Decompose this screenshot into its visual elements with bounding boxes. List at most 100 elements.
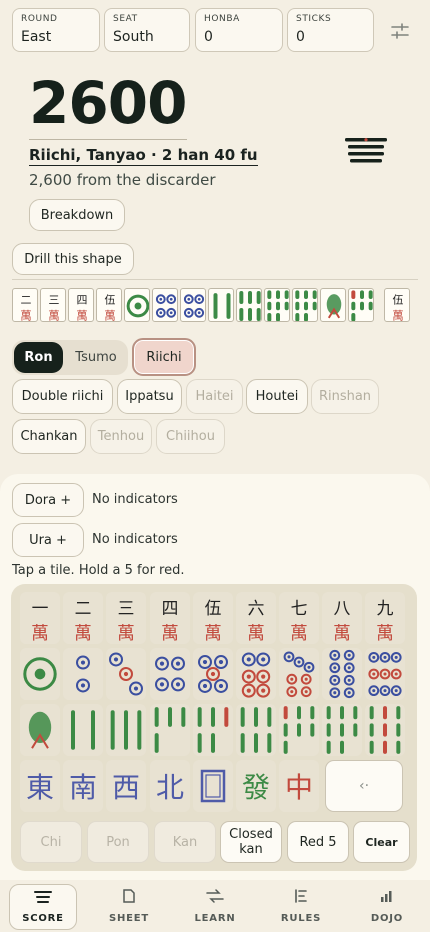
divider bbox=[12, 279, 418, 280]
key-6-pin[interactable] bbox=[236, 648, 276, 700]
svg-text:萬: 萬 bbox=[104, 309, 115, 322]
chi-button[interactable]: Chi bbox=[20, 821, 82, 863]
nav-sheet[interactable]: SHEET bbox=[95, 884, 163, 930]
key-4-man[interactable]: 四萬 bbox=[150, 592, 190, 644]
hand-tile-7-sou[interactable] bbox=[348, 288, 374, 322]
riichi-stick-icon bbox=[344, 136, 388, 168]
nav-score[interactable]: SCORE bbox=[9, 884, 77, 930]
hand-tile-1-pin[interactable] bbox=[124, 288, 150, 322]
option-haitei[interactable]: Haitei bbox=[186, 379, 243, 414]
key-7-pin[interactable] bbox=[279, 648, 319, 700]
key-5-sou[interactable] bbox=[193, 704, 233, 756]
hand-tile-1-sou[interactable] bbox=[320, 288, 346, 322]
key-honor-6[interactable]: 發 bbox=[236, 760, 276, 812]
red-five-button[interactable]: Red 5 bbox=[287, 821, 349, 863]
key-honor-7[interactable]: 中 bbox=[279, 760, 319, 812]
option-ippatsu[interactable]: Ippatsu bbox=[117, 379, 182, 414]
key-4-pin[interactable] bbox=[150, 648, 190, 700]
nav-learn-label: LEARN bbox=[194, 913, 236, 924]
sliders-icon[interactable] bbox=[388, 19, 412, 43]
dora-add-button[interactable]: Dora + bbox=[12, 483, 84, 517]
key-3-man[interactable]: 三萬 bbox=[106, 592, 146, 644]
svg-text:萬: 萬 bbox=[31, 623, 49, 644]
key-7-sou[interactable] bbox=[279, 704, 319, 756]
svg-text:七: 七 bbox=[291, 598, 308, 618]
key-honor-1[interactable]: 東 bbox=[20, 760, 60, 812]
key-2-pin[interactable] bbox=[63, 648, 103, 700]
key-7-man[interactable]: 七萬 bbox=[279, 592, 319, 644]
rules-icon bbox=[293, 888, 309, 908]
hand-tile-4-pin[interactable] bbox=[180, 288, 206, 322]
key-1-sou[interactable] bbox=[20, 704, 60, 756]
key-6-man[interactable]: 六萬 bbox=[236, 592, 276, 644]
hand-tile-5-man[interactable]: 伍萬 bbox=[96, 288, 122, 322]
nav-dojo[interactable]: DOJO bbox=[353, 884, 421, 930]
key-9-sou[interactable] bbox=[365, 704, 405, 756]
key-8-pin[interactable] bbox=[322, 648, 362, 700]
hand-tile-2-man[interactable]: 二萬 bbox=[12, 288, 38, 322]
pon-button[interactable]: Pon bbox=[87, 821, 149, 863]
tile-entry-hint: Tap a tile. Hold a 5 for red. bbox=[12, 563, 185, 578]
svg-text:二: 二 bbox=[21, 293, 32, 306]
nav-learn[interactable]: LEARN bbox=[181, 884, 249, 930]
key-honor-2[interactable]: 南 bbox=[63, 760, 103, 812]
ura-add-button[interactable]: Ura + bbox=[12, 523, 84, 557]
clear-button[interactable]: Clear bbox=[353, 821, 410, 863]
hand-tile-8-sou[interactable] bbox=[264, 288, 290, 322]
svg-text:萬: 萬 bbox=[376, 623, 394, 644]
hand-tile-6-sou[interactable] bbox=[236, 288, 262, 322]
closed-kan-button[interactable]: Closed kan bbox=[220, 821, 282, 863]
key-3-pin[interactable] bbox=[106, 648, 146, 700]
key-5-man[interactable]: 伍萬 bbox=[193, 592, 233, 644]
honba-field[interactable]: HONBA 0 bbox=[195, 8, 283, 52]
option-chiihou[interactable]: Chiihou bbox=[156, 419, 225, 454]
backspace-icon: ‹· bbox=[358, 778, 370, 794]
kan-button[interactable]: Kan bbox=[154, 821, 216, 863]
option-rinshan[interactable]: Rinshan bbox=[311, 379, 379, 414]
svg-text:萬: 萬 bbox=[117, 623, 135, 644]
round-field[interactable]: ROUND East bbox=[12, 8, 100, 52]
learn-icon bbox=[205, 888, 225, 908]
breakdown-button[interactable]: Breakdown bbox=[29, 199, 125, 231]
riichi-toggle[interactable]: Riichi bbox=[132, 338, 196, 376]
svg-text:四: 四 bbox=[162, 598, 179, 618]
key-8-man[interactable]: 八萬 bbox=[322, 592, 362, 644]
ura-status: No indicators bbox=[92, 532, 178, 547]
key-4-sou[interactable] bbox=[150, 704, 190, 756]
key-5-pin[interactable] bbox=[193, 648, 233, 700]
nav-rules[interactable]: RULES bbox=[267, 884, 335, 930]
key-6-sou[interactable] bbox=[236, 704, 276, 756]
hand-tile-4-pin[interactable] bbox=[152, 288, 178, 322]
backspace-button[interactable]: ‹· bbox=[325, 760, 403, 812]
key-2-sou[interactable] bbox=[63, 704, 103, 756]
key-3-sou[interactable] bbox=[106, 704, 146, 756]
hand-tile-4-man[interactable]: 四萬 bbox=[68, 288, 94, 322]
tsumo-button[interactable]: Tsumo bbox=[66, 342, 126, 373]
key-8-sou[interactable] bbox=[322, 704, 362, 756]
option-houtei[interactable]: Houtei bbox=[246, 379, 308, 414]
svg-text:發: 發 bbox=[242, 771, 270, 804]
key-1-pin[interactable] bbox=[20, 648, 60, 700]
nav-rules-label: RULES bbox=[280, 913, 322, 924]
option-chankan[interactable]: Chankan bbox=[12, 419, 86, 454]
option-double-riichi[interactable]: Double riichi bbox=[12, 379, 113, 414]
drill-shape-button[interactable]: Drill this shape bbox=[12, 243, 134, 275]
sticks-field[interactable]: STICKS 0 bbox=[287, 8, 374, 52]
seat-label: SEAT bbox=[113, 14, 138, 24]
key-honor-5[interactable] bbox=[193, 760, 233, 812]
ron-button[interactable]: Ron bbox=[14, 342, 63, 373]
seat-field[interactable]: SEAT South bbox=[104, 8, 190, 52]
key-2-man[interactable]: 二萬 bbox=[63, 592, 103, 644]
svg-text:萬: 萬 bbox=[76, 309, 87, 322]
key-honor-4[interactable]: 北 bbox=[150, 760, 190, 812]
hand-tile-5-man[interactable]: 伍萬 bbox=[384, 288, 410, 322]
key-honor-3[interactable]: 西 bbox=[106, 760, 146, 812]
key-1-man[interactable]: 一萬 bbox=[20, 592, 60, 644]
hand-tile-8-sou[interactable] bbox=[292, 288, 318, 322]
option-tenhou[interactable]: Tenhou bbox=[90, 419, 152, 454]
hand-tile-2-sou[interactable] bbox=[208, 288, 234, 322]
key-9-pin[interactable] bbox=[365, 648, 405, 700]
hand-tile-3-man[interactable]: 三萬 bbox=[40, 288, 66, 322]
key-9-man[interactable]: 九萬 bbox=[365, 592, 405, 644]
svg-text:萬: 萬 bbox=[290, 623, 308, 644]
